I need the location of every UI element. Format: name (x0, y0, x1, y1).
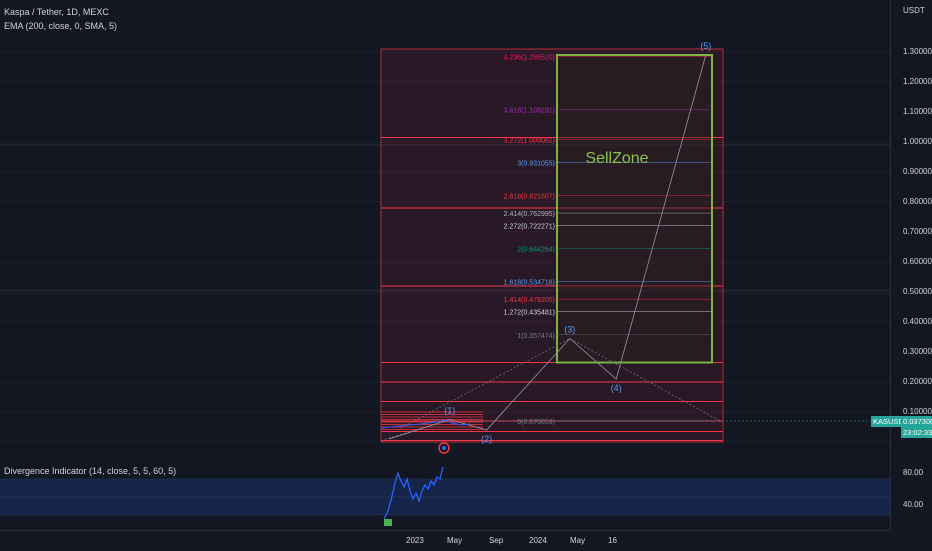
fib-level-label: 2.414(0.762995) (504, 211, 555, 218)
time-tick: 2024 (529, 536, 547, 545)
price-tick: 0.700000 (903, 227, 932, 236)
price-tick: 0.200000 (903, 377, 932, 386)
wave-label: (2) (481, 434, 492, 444)
currency-label: USDT (903, 6, 925, 15)
price-tick: 0.400000 (903, 317, 932, 326)
price-tick: 0.100000 (903, 407, 932, 416)
fib-level-label: 2.618(0.821507) (504, 194, 555, 201)
fib-level-label: 1.272(0.435481) (504, 309, 555, 316)
time-tick: 2023 (406, 536, 424, 545)
fib-level-label: 3(0.931055) (517, 161, 555, 168)
sell-zone-label: SellZone (585, 150, 648, 167)
fib-level-label: 1.618(0.534718) (504, 280, 555, 287)
fib-level-label: 2.272(0.722271) (504, 223, 555, 230)
fib-level-label: 2(0.644264) (517, 247, 555, 254)
fib-level-label: 3.618(1.108291) (504, 108, 555, 115)
price-tick: 0.500000 (903, 287, 932, 296)
main-chart[interactable]: 4.236(1.285520) 3.618(1.108291) 3.272(1.00… (0, 0, 890, 460)
fib-level-label: 3.272(1.009082) (504, 137, 555, 144)
price-tick: 1.200000 (903, 77, 932, 86)
time-tick: May (570, 536, 586, 545)
sell-zone-box (556, 54, 713, 364)
wave-label: (4) (611, 383, 622, 393)
osc-tick: 80.00 (903, 468, 924, 477)
event-marker-dot (442, 446, 446, 450)
wave-label: (5) (700, 41, 711, 51)
time-tick: 16 (608, 536, 617, 545)
fib-level-label: 1.414(0.476205) (504, 297, 555, 304)
bullish-divergence-icon (384, 519, 392, 526)
time-badge: 23:02:33 (901, 427, 932, 438)
price-tick: 0.900000 (903, 167, 932, 176)
time-tick: Sep (489, 536, 504, 545)
time-axis[interactable]: 2023 May Sep 2024 May 16 (0, 530, 890, 551)
price-axis[interactable]: USDT 1.300000 1.200000 1.100000 1.000000 0.9… (871, 0, 932, 530)
price-tick: 0.800000 (903, 197, 932, 206)
price-tick: 0.300000 (903, 347, 932, 356)
wave-label: (3) (564, 325, 575, 335)
time-tick: May (447, 536, 463, 545)
price-tick: 1.300000 (903, 47, 932, 56)
fib-level-label: 4.236(1.285520) (504, 54, 555, 61)
fib-level-label: 0(0.070653) (517, 419, 555, 426)
price-tick: 1.000000 (903, 137, 932, 146)
fib-level-label: 1(0.357474) (517, 333, 555, 340)
osc-tick: 40.00 (903, 500, 924, 509)
price-tick: 1.100000 (903, 107, 932, 116)
price-tick: 0.600000 (903, 257, 932, 266)
wave-label: (1) (444, 406, 455, 416)
oscillator-panel[interactable] (0, 461, 890, 529)
price-badge: 0.037300 (901, 416, 932, 427)
